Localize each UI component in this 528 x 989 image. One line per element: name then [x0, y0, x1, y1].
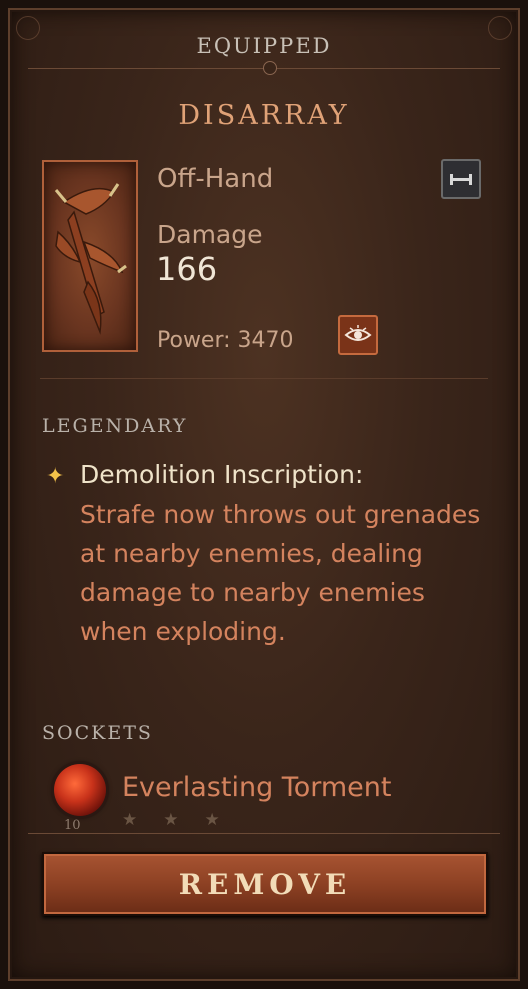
gem-stars: ★★★ [122, 810, 246, 830]
crossbow-icon [54, 183, 127, 335]
legendary-aspect-title: Demolition Inscription: [80, 460, 364, 489]
remove-button[interactable]: REMOVE [42, 852, 488, 916]
equipped-header: EQUIPPED [196, 34, 332, 58]
legendary-aspect-description: Strafe now throws out grenades at nearby… [80, 500, 481, 646]
bottom-divider [28, 833, 500, 834]
sockets-section-label: SOCKETS [42, 722, 153, 744]
item-power: Power: 3470 [157, 328, 294, 353]
view-item-button[interactable] [338, 315, 378, 355]
gem-level: 10 [64, 818, 81, 833]
item-image[interactable] [42, 160, 138, 352]
item-name: DISARRAY [178, 100, 350, 131]
damage-value: 166 [156, 250, 218, 288]
item-slot-type: Off-Hand [157, 164, 274, 194]
section-divider [40, 378, 488, 379]
header-ornament-icon [263, 61, 277, 75]
equipment-slot-icon[interactable] [441, 159, 481, 199]
gem-icon[interactable] [54, 764, 106, 816]
gem-name: Everlasting Torment [122, 772, 392, 803]
legendary-section-label: LEGENDARY [42, 415, 188, 437]
damage-label: Damage [157, 220, 263, 249]
item-tooltip-panel: EQUIPPED DISARRAY Off-Hand Damage 166 Po… [8, 8, 520, 981]
eye-icon [344, 325, 372, 341]
legendary-star-icon: ✦ [46, 464, 65, 489]
